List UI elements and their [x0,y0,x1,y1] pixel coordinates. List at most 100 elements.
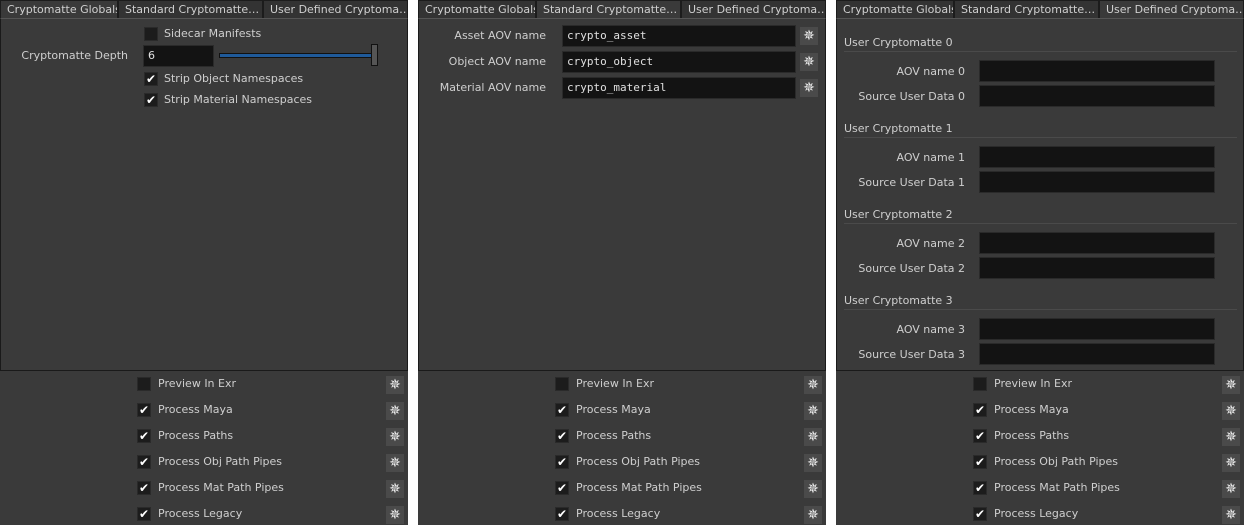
tab-bar: Cryptomatte Globals Standard Cryptomatte…… [836,0,1244,18]
aov-name-input[interactable] [979,146,1215,168]
source-user-data-label: Source User Data 3 [858,348,965,361]
option-label: Process Paths [158,429,234,442]
option-checkbox[interactable]: ✔ [973,507,987,521]
gear-icon[interactable]: ✵ [804,454,822,472]
aov-name-input[interactable] [979,232,1215,254]
source-user-data-label: Source User Data 2 [858,262,965,275]
gear-icon[interactable]: ✵ [800,27,818,45]
source-user-data-input[interactable] [979,257,1215,279]
option-checkbox[interactable]: ✔ [973,429,987,443]
option-label: Preview In Exr [994,377,1073,390]
tab-globals[interactable]: Cryptomatte Globals [0,0,118,18]
tab-standard[interactable]: Standard Cryptomatte… [118,0,263,18]
tab-globals[interactable]: Cryptomatte Globals [836,0,954,18]
check-icon: ✔ [138,481,150,495]
option-checkbox[interactable]: ✔ [555,507,569,521]
gear-icon[interactable]: ✵ [1222,402,1240,420]
gear-icon[interactable]: ✵ [800,79,818,97]
tab-standard[interactable]: Standard Cryptomatte… [536,0,681,18]
aov-name-input[interactable]: crypto_asset [562,25,796,47]
tab-user-defined[interactable]: User Defined Cryptoma… [681,0,826,18]
source-user-data-input[interactable] [979,171,1215,193]
gear-icon[interactable]: ✵ [804,480,822,498]
option-label: Process Mat Path Pipes [576,481,702,494]
gear-icon[interactable]: ✵ [1222,480,1240,498]
tab-globals[interactable]: Cryptomatte Globals [418,0,536,18]
tab-bar: Cryptomatte Globals Standard Cryptomatte…… [418,0,826,18]
cryptomatte-depth-slider-handle[interactable] [371,44,378,66]
check-icon: ✔ [556,481,568,495]
cryptomatte-depth-slider[interactable] [219,53,375,58]
option-checkbox[interactable] [555,377,569,391]
gear-icon[interactable]: ✵ [804,402,822,420]
option-checkbox[interactable]: ✔ [555,429,569,443]
section-header: User Cryptomatte 0 [844,36,1237,52]
sidecar-manifests-checkbox[interactable] [144,27,158,41]
source-user-data-input[interactable] [979,343,1215,365]
check-icon: ✔ [145,72,157,86]
gear-icon[interactable]: ✵ [386,454,404,472]
aov-name-input[interactable] [979,60,1215,82]
tab-standard[interactable]: Standard Cryptomatte… [954,0,1099,18]
option-checkbox[interactable]: ✔ [137,429,151,443]
tab-content: User Cryptomatte 0 AOV name 0 Source User … [836,18,1244,371]
tab-user-defined[interactable]: User Defined Cryptoma… [263,0,408,18]
gear-icon[interactable]: ✵ [804,376,822,394]
check-icon: ✔ [138,429,150,443]
strip-object-namespaces-checkbox[interactable]: ✔ [144,72,158,86]
option-label: Process Legacy [994,507,1079,520]
option-label: Preview In Exr [576,377,655,390]
option-checkbox[interactable]: ✔ [973,455,987,469]
gear-icon[interactable]: ✵ [804,506,822,524]
option-label: Process Maya [576,403,651,416]
check-icon: ✔ [145,93,157,107]
option-checkbox[interactable]: ✔ [137,455,151,469]
gear-icon[interactable]: ✵ [800,53,818,71]
aov-name-input[interactable]: crypto_material [562,77,796,99]
strip-object-namespaces-label: Strip Object Namespaces [164,72,304,85]
strip-material-namespaces-checkbox[interactable]: ✔ [144,93,158,107]
check-icon: ✔ [974,455,986,469]
option-checkbox[interactable]: ✔ [137,507,151,521]
option-checkbox[interactable]: ✔ [973,403,987,417]
check-icon: ✔ [556,429,568,443]
aov-name-input[interactable]: crypto_object [562,51,796,73]
section-header: User Cryptomatte 2 [844,208,1237,224]
option-label: Process Paths [994,429,1070,442]
gear-icon[interactable]: ✵ [804,428,822,446]
cryptomatte-depth-input[interactable]: 6 [143,45,214,67]
tab-content: Sidecar Manifests Cryptomatte Depth 6 ✔ Stri… [0,18,408,371]
check-icon: ✔ [138,507,150,521]
tab-user-defined[interactable]: User Defined Cryptoma… [1099,0,1244,18]
panel-user-defined: Cryptomatte Globals Standard Cryptomatte…… [836,0,1244,525]
option-checkbox[interactable] [137,377,151,391]
option-checkbox[interactable]: ✔ [555,403,569,417]
sidecar-manifests-label: Sidecar Manifests [164,27,262,40]
source-user-data-input[interactable] [979,85,1215,107]
gear-icon[interactable]: ✵ [386,506,404,524]
option-checkbox[interactable]: ✔ [555,455,569,469]
gear-icon[interactable]: ✵ [1222,428,1240,446]
option-checkbox[interactable]: ✔ [973,481,987,495]
cryptomatte-depth-label: Cryptomatte Depth [21,49,128,62]
aov-name-input[interactable] [979,318,1215,340]
option-label: Process Mat Path Pipes [158,481,284,494]
option-checkbox[interactable]: ✔ [137,403,151,417]
gear-icon[interactable]: ✵ [1222,454,1240,472]
check-icon: ✔ [556,507,568,521]
gear-icon[interactable]: ✵ [1222,376,1240,394]
source-user-data-label: Source User Data 0 [858,90,965,103]
check-icon: ✔ [974,507,986,521]
option-checkbox[interactable]: ✔ [555,481,569,495]
option-checkbox[interactable] [973,377,987,391]
gear-icon[interactable]: ✵ [386,480,404,498]
aov-name-label: AOV name 2 [896,237,965,250]
check-icon: ✔ [974,429,986,443]
aov-name-label: Object AOV name [448,55,546,68]
gear-icon[interactable]: ✵ [1222,506,1240,524]
gear-icon[interactable]: ✵ [386,376,404,394]
gear-icon[interactable]: ✵ [386,428,404,446]
gear-icon[interactable]: ✵ [386,402,404,420]
option-label: Process Obj Path Pipes [994,455,1119,468]
option-checkbox[interactable]: ✔ [137,481,151,495]
